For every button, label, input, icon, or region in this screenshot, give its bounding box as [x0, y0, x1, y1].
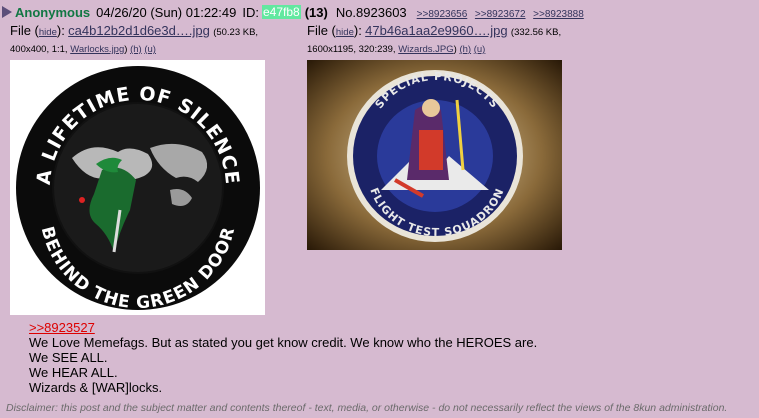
id-label: ID:	[242, 4, 259, 20]
file-name-link[interactable]: ca4b12b2d1d6e3d….jpg	[68, 23, 210, 38]
unix-link[interactable]: (u)	[144, 44, 156, 55]
backlinks: >>8923656 >>8923672 >>8923888	[413, 5, 584, 20]
paren: )	[453, 44, 457, 55]
warlocks-patch-image: A LIFETIME OF SILENCE BEHIND THE GREEN D…	[12, 62, 264, 314]
paren: )	[124, 44, 128, 55]
post-line: Wizards & [WAR]locks.	[29, 380, 163, 395]
file-size: (50.23 KB,	[213, 27, 259, 38]
post-number-link[interactable]: No.8923603	[336, 5, 407, 20]
file-thumbnail-1[interactable]: A LIFETIME OF SILENCE BEHIND THE GREEN D…	[10, 60, 265, 315]
poster-id[interactable]: e47fb8	[261, 5, 301, 19]
hide-file-link[interactable]: hide	[39, 27, 57, 38]
hash-link[interactable]: (h)	[130, 44, 142, 55]
post-line: We Love Memefags. But as stated you get …	[29, 335, 538, 350]
post-header: Anonymous 04/26/20 (Sun) 01:22:49 ID: e4…	[2, 3, 584, 21]
file-label-close: ):	[56, 23, 65, 38]
unix-link[interactable]: (u)	[474, 44, 486, 55]
post-menu-arrow-icon[interactable]	[2, 6, 12, 18]
hide-file-link[interactable]: hide	[336, 27, 354, 38]
file-dims: 1600x1195, 320:239,	[307, 44, 396, 55]
backlink[interactable]: >>8923656	[417, 9, 468, 20]
poster-name: Anonymous	[15, 4, 91, 20]
file-dims: 400x400, 1:1,	[10, 44, 68, 55]
post-date: 04/26/20 (Sun) 01:22:49	[96, 4, 237, 20]
disclaimer: Disclaimer: this post and the subject ma…	[6, 402, 728, 414]
backlink[interactable]: >>8923672	[475, 9, 526, 20]
original-filename-link[interactable]: Warlocks.jpg	[70, 44, 124, 55]
file-name-link[interactable]: 47b46a1aa2e9960….jpg	[365, 23, 507, 38]
file-thumbnail-2[interactable]: SPECIAL PROJECTS FLIGHT TEST SQUADRON	[307, 60, 562, 250]
quote-link[interactable]: >>8923527	[29, 320, 95, 335]
reply-count: (13)	[304, 4, 328, 20]
post-line: We HEAR ALL.	[29, 365, 118, 380]
file-info-1: File (hide): ca4b12b2d1d6e3d….jpg (50.23…	[10, 22, 290, 58]
file-label: File (	[307, 23, 336, 38]
file-label-close: ):	[353, 23, 362, 38]
wizards-patch-image: SPECIAL PROJECTS FLIGHT TEST SQUADRON	[307, 60, 562, 250]
original-filename-link[interactable]: Wizards.JPG	[398, 44, 453, 55]
file-info-2: File (hide): 47b46a1aa2e9960….jpg (332.5…	[307, 22, 607, 58]
hash-link[interactable]: (h)	[459, 44, 471, 55]
backlink[interactable]: >>8923888	[533, 9, 584, 20]
post-line: We SEE ALL.	[29, 350, 108, 365]
file-label: File (	[10, 23, 39, 38]
file-size: (332.56 KB,	[510, 27, 562, 38]
post-body: >>8923527 We Love Memefags. But as state…	[29, 320, 537, 395]
